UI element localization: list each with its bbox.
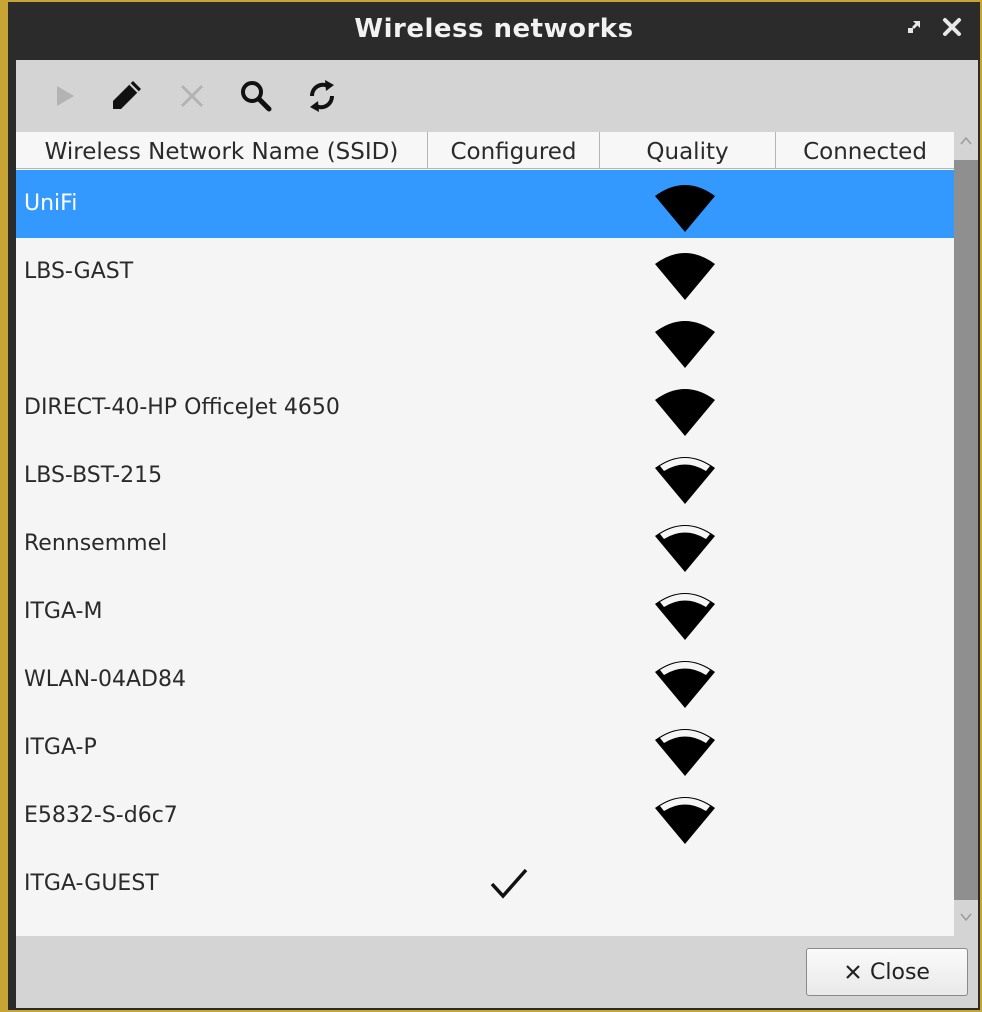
- signal-high-icon: [655, 729, 715, 776]
- edit-button[interactable]: [106, 76, 146, 116]
- column-header-ssid[interactable]: Wireless Network Name (SSID): [16, 132, 428, 169]
- title-bar[interactable]: Wireless networks: [8, 2, 980, 60]
- delete-button[interactable]: [172, 76, 212, 116]
- signal-high-icon: [655, 525, 715, 572]
- maximize-icon[interactable]: [900, 16, 928, 44]
- signal-full-icon: [655, 253, 715, 300]
- table-row[interactable]: WLAN-04AD84: [16, 646, 954, 714]
- table-row[interactable]: DIRECT-40-HP OfficeJet 4650: [16, 374, 954, 442]
- wireless-networks-window: Wireless networks Wireless Network Name …: [0, 0, 982, 1012]
- refresh-button[interactable]: [302, 76, 342, 116]
- ssid-cell: DIRECT-40-HP OfficeJet 4650: [24, 395, 340, 420]
- scroll-down-icon[interactable]: [954, 908, 978, 932]
- signal-high-icon: [655, 593, 715, 640]
- table-row[interactable]: LBS-BST-215: [16, 442, 954, 510]
- table-row[interactable]: E5832-S-d6c7: [16, 782, 954, 850]
- signal-high-icon: [655, 797, 715, 844]
- column-header-quality[interactable]: Quality: [600, 132, 776, 169]
- window-close-icon[interactable]: [938, 16, 966, 44]
- ssid-cell: UniFi: [24, 191, 78, 216]
- toolbar: [16, 60, 978, 132]
- table-row[interactable]: ITGA-GUEST: [16, 850, 954, 918]
- x-icon: [846, 965, 860, 979]
- ssid-cell: ITGA-M: [24, 599, 103, 624]
- column-header-configured[interactable]: Configured: [428, 132, 600, 169]
- connect-button[interactable]: [44, 76, 84, 116]
- ssid-cell: E5832-S-d6c7: [24, 803, 178, 828]
- window-title: Wireless networks: [354, 14, 634, 44]
- scroll-up-icon[interactable]: [954, 132, 978, 156]
- table-row[interactable]: Rennsemmel: [16, 510, 954, 578]
- table-body: UniFi LBS-GAST DIRECT-40-HP OfficeJet 4650…: [16, 170, 954, 936]
- ssid-cell: WLAN-04AD84: [24, 667, 186, 692]
- search-button[interactable]: [236, 76, 276, 116]
- signal-full-icon: [655, 389, 715, 436]
- scrollbar-thumb[interactable]: [954, 160, 978, 900]
- table-row[interactable]: ITGA-M: [16, 578, 954, 646]
- window-content: Wireless Network Name (SSID) Configured …: [16, 60, 978, 1008]
- table-row[interactable]: [16, 306, 954, 374]
- ssid-cell: ITGA-P: [24, 735, 97, 760]
- signal-full-icon: [655, 185, 715, 232]
- vertical-scrollbar[interactable]: [954, 132, 978, 936]
- play-icon: [57, 86, 74, 106]
- signal-full-icon: [655, 321, 715, 368]
- column-header-connected[interactable]: Connected: [776, 132, 954, 169]
- ssid-cell: ITGA-GUEST: [24, 871, 159, 896]
- pencil-icon: [113, 81, 141, 109]
- ssid-cell: Rennsemmel: [24, 531, 168, 556]
- magnifier-icon: [241, 81, 272, 112]
- refresh-icon: [309, 80, 335, 112]
- table-header: Wireless Network Name (SSID) Configured …: [16, 132, 954, 170]
- signal-high-icon: [655, 457, 715, 504]
- signal-high-icon: [655, 661, 715, 708]
- close-button-label: Close: [870, 959, 930, 985]
- ssid-cell: LBS-BST-215: [24, 463, 163, 488]
- x-icon: [180, 84, 204, 108]
- checkmark-icon: [490, 868, 528, 899]
- close-button[interactable]: Close: [806, 948, 968, 996]
- table-row[interactable]: ITGA-P: [16, 714, 954, 782]
- ssid-cell: LBS-GAST: [24, 259, 134, 284]
- table-row[interactable]: LBS-GAST: [16, 238, 954, 306]
- dialog-footer: Close: [16, 936, 978, 1008]
- networks-table: Wireless Network Name (SSID) Configured …: [16, 132, 978, 936]
- table-row[interactable]: UniFi: [16, 170, 954, 238]
